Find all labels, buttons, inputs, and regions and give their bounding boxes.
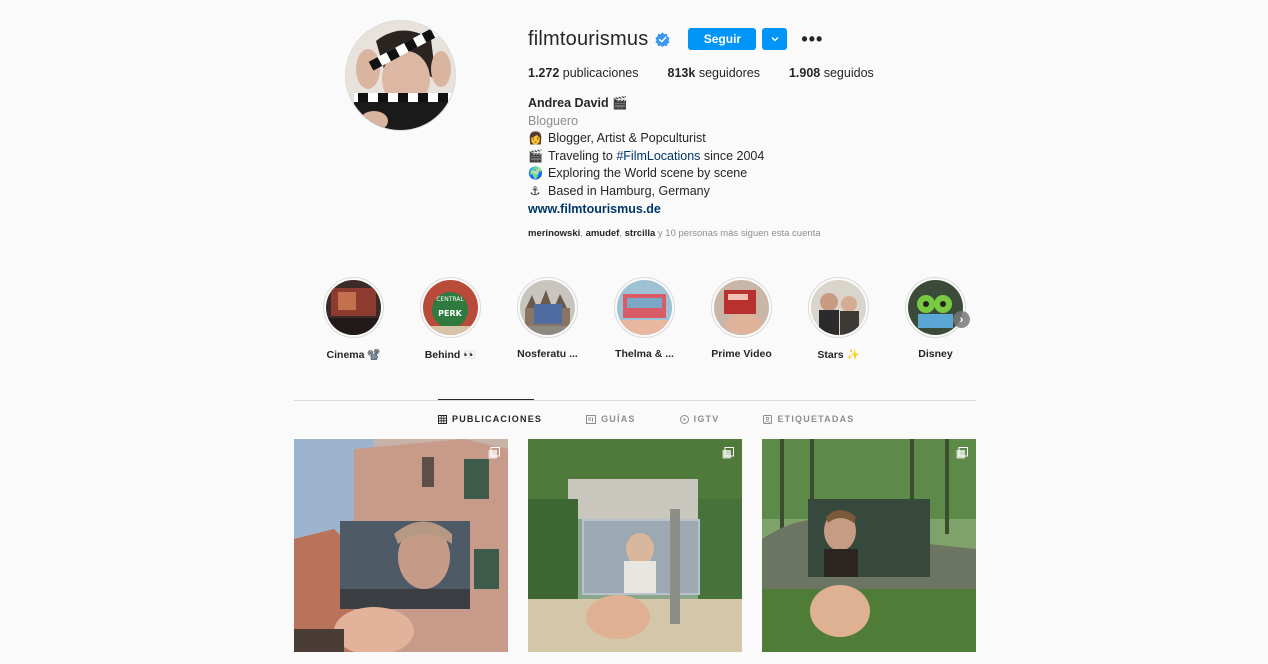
profile-tabs: PUBLICACIONES GUÍAS IGTV ETIQUETADAS [438, 414, 898, 424]
grid-icon [438, 414, 447, 424]
highlights-next-button[interactable]: › [953, 311, 970, 328]
profile-stats: 1.272 publicaciones 813k seguidores 1.90… [528, 66, 988, 80]
highlight-label: Stars ✨ [817, 349, 860, 361]
posts-label: publicaciones [562, 66, 639, 80]
highlight-nosferatu[interactable]: Nosferatu ... [499, 277, 596, 361]
followers-stat[interactable]: 813k seguidores [668, 66, 760, 80]
bio-line: 🌍 Exploring the World scene by scene [528, 165, 988, 183]
highlight-cover [617, 280, 672, 335]
profile-avatar[interactable] [345, 20, 456, 131]
followers-label: seguidores [698, 66, 760, 80]
highlight-label: Prime Video [711, 348, 772, 360]
website-link[interactable]: www.filmtourismus.de [528, 201, 988, 219]
highlight-label: Cinema 📽️ [326, 349, 381, 361]
guide-icon [586, 414, 597, 424]
tab-igtv[interactable]: IGTV [679, 414, 720, 424]
following-count: 1.908 [788, 66, 821, 80]
profile-bio: Andrea David 🎬 Bloguero 👩 Blogger, Artist… [528, 95, 988, 218]
profile-info: filmtourismus Seguir ••• 1.272 publicaci… [528, 26, 988, 240]
profile-title-row: filmtourismus Seguir ••• [528, 26, 988, 52]
globe-emoji-icon: 🌍 [528, 166, 543, 181]
more-options-button[interactable]: ••• [801, 30, 823, 48]
chevron-down-icon [771, 37, 779, 42]
following-label: seguidos [823, 66, 874, 80]
account-category: Bloguero [528, 113, 579, 128]
post-image [528, 439, 742, 652]
suggested-accounts-button[interactable] [762, 28, 788, 50]
following-stat[interactable]: 1.908 seguidos [789, 66, 874, 80]
multiple-photos-icon [956, 447, 968, 459]
highlight-stars[interactable]: Stars ✨ [790, 277, 887, 361]
bio-line: 🎬 Traveling to #FilmLocations since 2004 [528, 148, 988, 166]
active-tab-indicator [438, 399, 534, 400]
tab-guias[interactable]: GUÍAS [586, 414, 636, 424]
chevron-right-icon: › [959, 313, 964, 326]
highlight-label: Disney [918, 348, 953, 360]
highlight-cover [520, 280, 575, 335]
highlight-label: Nosferatu ... [517, 348, 578, 360]
verified-badge-icon [655, 31, 671, 47]
tagged-icon [763, 414, 773, 424]
post-image [762, 439, 976, 652]
highlight-label: Behind 👀 [424, 349, 477, 361]
tab-publicaciones[interactable]: PUBLICACIONES [438, 414, 542, 424]
hashtag-link[interactable]: #FilmLocations [616, 149, 700, 163]
post-thumbnail[interactable] [528, 439, 742, 652]
highlight-cover [811, 280, 866, 335]
multiple-photos-icon [722, 447, 734, 459]
highlight-prime-video[interactable]: Prime Video [693, 277, 790, 361]
bio-line: 👩 Blogger, Artist & Popculturist [528, 130, 988, 148]
username: filmtourismus [528, 27, 649, 50]
highlight-cover: CENTRAL PERK [423, 280, 478, 335]
followers-count: 813k [667, 66, 696, 80]
woman-emoji-icon: 👩 [528, 131, 543, 146]
posts-grid [294, 439, 976, 652]
svg-text:CENTRAL: CENTRAL [436, 296, 464, 303]
clapper-emoji-icon: 🎬 [528, 148, 543, 163]
tab-etiquetadas[interactable]: ETIQUETADAS [763, 414, 854, 424]
highlight-cinema[interactable]: Cinema 📽️ [305, 277, 402, 361]
posts-stat: 1.272 publicaciones [528, 66, 639, 80]
follow-button[interactable]: Seguir [688, 28, 757, 50]
followed-by-text[interactable]: merinowski, amudef, strcilla y 10 person… [528, 228, 988, 239]
anchor-emoji-icon: ⚓ [529, 183, 541, 198]
highlight-behind[interactable]: CENTRAL PERK Behind 👀 [402, 277, 499, 361]
highlight-cover [714, 280, 769, 335]
highlight-label: Thelma & ... [615, 348, 674, 360]
bio-line: ⚓ Based in Hamburg, Germany [528, 183, 988, 201]
igtv-icon [679, 414, 689, 424]
post-image [294, 439, 508, 652]
story-highlights: Cinema 📽️ CENTRAL PERK Behind 👀 Nosferatu… [305, 277, 984, 361]
highlight-cover [908, 280, 963, 335]
tabs-divider [294, 400, 976, 401]
post-thumbnail[interactable] [294, 439, 508, 652]
posts-count: 1.272 [528, 66, 560, 80]
multiple-photos-icon [488, 447, 500, 459]
post-thumbnail[interactable] [762, 439, 976, 652]
highlight-cover [326, 280, 381, 335]
highlight-thelma[interactable]: Thelma & ... [596, 277, 693, 361]
full-name: Andrea David 🎬 [528, 96, 628, 110]
svg-text:PERK: PERK [438, 309, 462, 318]
